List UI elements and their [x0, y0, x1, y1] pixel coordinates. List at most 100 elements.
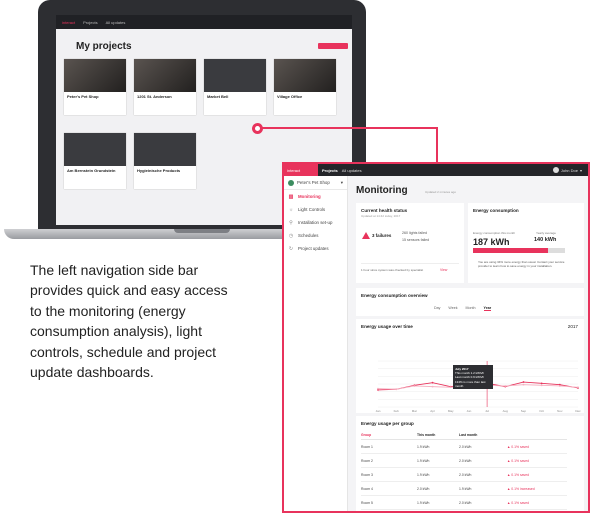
laptop-nav-projects[interactable]: Projects	[83, 20, 97, 25]
average-label: Yearly average	[536, 231, 556, 235]
table-row: Room 3 1.9 kWh 2.0 kWh ▲ 0.1% saved	[361, 468, 567, 482]
clock-icon: ◷	[288, 232, 294, 239]
data-point[interactable]	[504, 385, 507, 387]
project-card-name: Hygieinische Products	[137, 168, 181, 173]
sidebar-item-project-updates[interactable]: ↻ Project updates	[284, 242, 347, 255]
sidebar-item-label: Schedules	[298, 233, 319, 238]
sidebar-item-label: Light Controls	[298, 207, 326, 212]
group-cell: Room 3	[361, 472, 373, 477]
average-value: 140 kWh	[534, 237, 557, 243]
project-avatar	[288, 179, 294, 186]
x-tick-label: Jan	[376, 409, 381, 413]
data-point[interactable]	[522, 383, 525, 386]
x-tick-label: Oct	[539, 409, 544, 413]
project-card[interactable]: Hygieinische Products	[134, 133, 196, 189]
x-tick-label: Nov	[557, 409, 563, 413]
this-month-cell: 1.9 kWh	[417, 472, 430, 477]
app-topbar: interact Projects All updates John Doe ▾	[284, 164, 588, 176]
connector-line	[436, 127, 438, 164]
delta-cell: ▲ 0.1% saved	[507, 458, 530, 463]
bulb-icon: ☼	[288, 206, 294, 213]
col-this-month[interactable]: This month	[417, 433, 459, 437]
data-point[interactable]	[431, 385, 434, 388]
group-cell: Room 1	[361, 444, 373, 449]
x-tick-label: Mar	[412, 409, 417, 413]
data-point[interactable]	[540, 384, 543, 387]
project-card[interactable]: Peter's Pet Shop	[64, 59, 126, 115]
project-card[interactable]: 1201 St. Anderson	[134, 59, 196, 115]
usage-card: Energy usage over time 2017 Jan Feb Mar Apr…	[356, 319, 584, 413]
group-cell: Room 2	[361, 458, 373, 463]
failures-count: 3 failures	[372, 233, 392, 238]
project-selector[interactable]: Peter's Pet Shop ▾	[284, 176, 347, 190]
laptop-notch	[174, 229, 230, 233]
usage-title: Energy usage over time	[361, 324, 413, 329]
period-tabs: Day Week Month Year	[434, 306, 492, 311]
app-logo: interact	[284, 164, 318, 176]
data-point[interactable]	[577, 386, 579, 389]
sidebar-item-installation[interactable]: ⚲ Installation set-up	[284, 216, 347, 229]
data-point[interactable]	[377, 387, 379, 390]
col-last-month[interactable]: Last month	[459, 433, 507, 437]
laptop-nav-updates[interactable]: All updates	[106, 20, 126, 25]
view-link[interactable]: View	[440, 268, 447, 272]
col-group[interactable]: Group	[361, 433, 417, 437]
nav-all-updates[interactable]: All updates	[342, 168, 362, 173]
divider	[361, 263, 459, 264]
sidebar-item-label: Monitoring	[298, 194, 321, 199]
project-name: Peter's Pet Shop	[297, 180, 330, 185]
data-point[interactable]	[413, 385, 416, 387]
health-footer: 1 hour since system was checked by speci…	[361, 268, 424, 272]
marketing-composite: interact Projects All updates My project…	[0, 0, 592, 516]
project-card-name: 1201 St. Anderson	[137, 94, 172, 99]
x-tick-label: Aug	[503, 409, 509, 413]
data-point[interactable]	[540, 382, 543, 385]
sidebar: Peter's Pet Shop ▾ ▥ Monitoring ☼ Light Co…	[284, 176, 348, 511]
group-cell: Room 5	[361, 500, 373, 505]
pin-icon: ⚲	[289, 219, 293, 226]
data-point[interactable]	[431, 381, 434, 384]
chevron-down-icon: ▾	[579, 167, 582, 173]
usage-year: 2017	[567, 324, 578, 329]
connector-dot	[252, 123, 263, 134]
user-name: John Doe	[560, 167, 578, 173]
group-cell: Room 4	[361, 486, 373, 491]
project-card[interactable]: Am Bernstein Grundstein	[64, 133, 126, 189]
sensors-failed: 15 sensors failed	[402, 238, 430, 242]
energy-bar-fill	[473, 248, 549, 253]
tab-week[interactable]: Week	[448, 306, 457, 311]
table-row: Room 2 1.9 kWh 2.0 kWh ▲ 0.1% saved	[361, 454, 567, 468]
tooltip-line: 134% is more than last month	[455, 379, 486, 388]
data-point[interactable]	[449, 386, 452, 389]
tab-year[interactable]: Year	[483, 306, 492, 311]
chart-tooltip: July 2017 This month 1.2 kWh/h Last mont…	[453, 365, 493, 389]
lights-failed: 260 lights failed	[402, 231, 427, 235]
last-month-cell: 2.0 kWh	[459, 472, 472, 477]
laptop-create-button[interactable]	[318, 43, 348, 49]
x-tick-label: Feb	[394, 409, 400, 413]
project-card[interactable]: Market Bell	[204, 59, 266, 115]
tab-day[interactable]: Day	[434, 306, 440, 311]
refresh-icon: ↻	[288, 245, 294, 252]
sidebar-item-schedules[interactable]: ◷ Schedules	[284, 229, 347, 242]
last-month-cell: 2.0 kWh	[459, 458, 472, 463]
x-tick-label: May	[448, 409, 454, 413]
this-month-cell: 1.9 kWh	[417, 458, 430, 463]
data-point[interactable]	[558, 385, 561, 387]
overview-title: Energy consumption overview	[361, 293, 428, 298]
project-card[interactable]: Village Office	[274, 59, 336, 115]
overview-card: Energy consumption overview Day Week Mon…	[356, 288, 584, 316]
nav-projects[interactable]: Projects	[322, 168, 338, 173]
project-card-name: Peter's Pet Shop	[67, 94, 99, 99]
sidebar-item-light-controls[interactable]: ☼ Light Controls	[284, 203, 347, 216]
data-point[interactable]	[395, 388, 398, 391]
data-point[interactable]	[522, 381, 525, 383]
health-sub: Updated at 14:42 today, 2017	[361, 214, 401, 218]
energy-note: You are using 34% more energy than usual…	[478, 260, 565, 268]
tab-month[interactable]: Month	[466, 306, 476, 311]
group-title: Energy usage per group	[361, 421, 414, 426]
group-card: Energy usage per group Group This month …	[356, 416, 584, 511]
sidebar-item-monitoring[interactable]: ▥ Monitoring	[284, 190, 347, 203]
user-menu[interactable]: John Doe ▾	[552, 167, 582, 173]
app-screenshot: interact Projects All updates John Doe ▾ …	[282, 162, 590, 513]
